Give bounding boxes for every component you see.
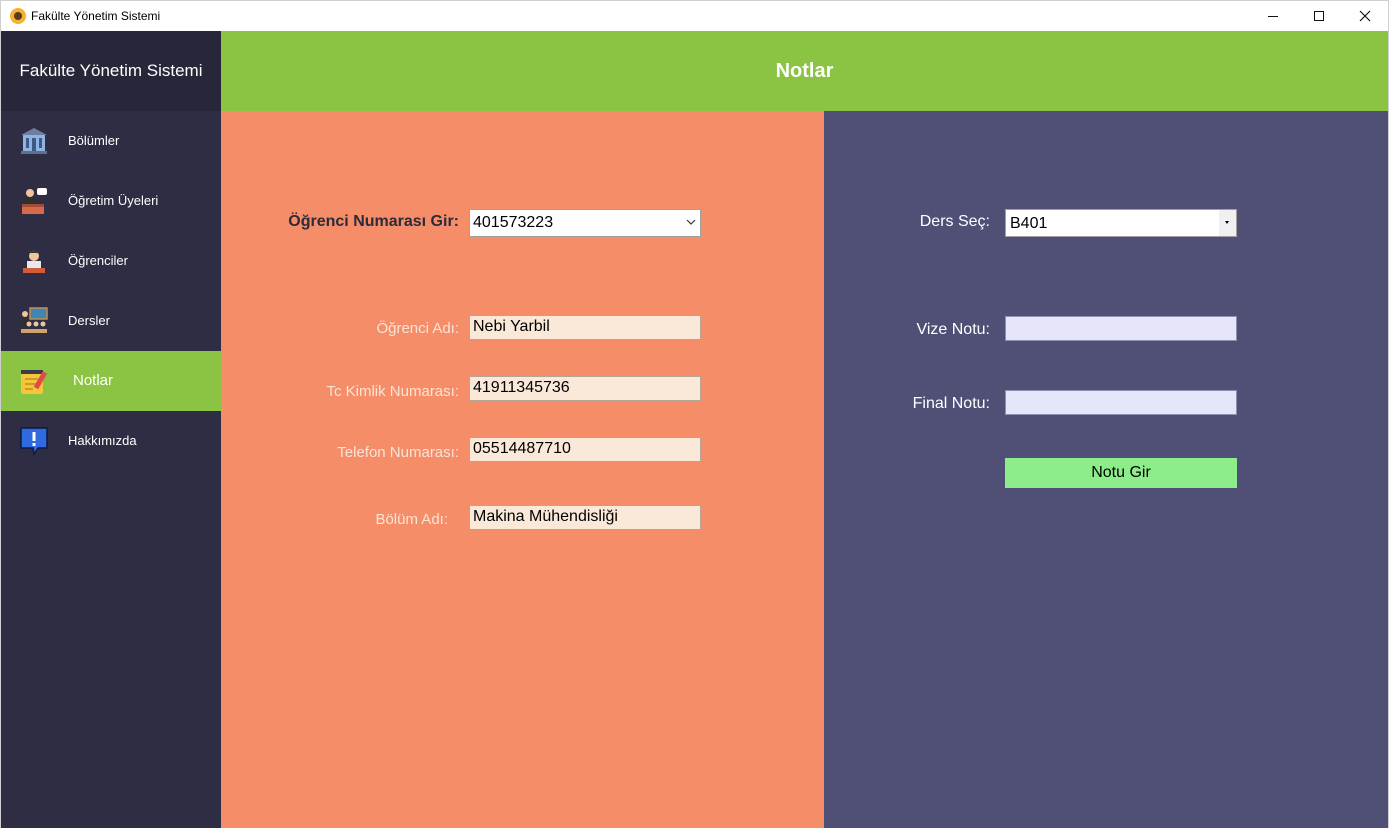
sidebar-item-ogrenciler[interactable]: Öğrenciler xyxy=(1,231,221,291)
sidebar-item-label: Dersler xyxy=(68,313,110,328)
department-field[interactable]: Makina Mühendisliği xyxy=(469,505,701,530)
notepad-icon xyxy=(21,370,48,394)
student-number-combobox[interactable]: 401573223 xyxy=(469,209,701,237)
close-button[interactable] xyxy=(1342,1,1388,31)
course-select-value: B401 xyxy=(1010,215,1048,232)
classroom-icon xyxy=(21,307,48,333)
close-icon xyxy=(1359,10,1371,22)
midterm-grade-input[interactable] xyxy=(1005,316,1237,341)
sidebar-item-notlar[interactable]: Notlar xyxy=(1,351,221,411)
sidebar-item-label: Öğretim Üyeleri xyxy=(68,193,159,208)
midterm-label: Vize Notu: xyxy=(916,321,990,338)
course-select-label: Ders Seç: xyxy=(919,213,990,230)
final-label: Final Notu: xyxy=(912,395,990,412)
student-number-value: 401573223 xyxy=(473,214,554,231)
submit-grade-button[interactable]: Notu Gir xyxy=(1005,458,1237,488)
department-label: Bölüm Adı: xyxy=(375,511,448,528)
sidebar-title: Fakülte Yönetim Sistemi xyxy=(19,61,203,80)
student-number-label: Öğrenci Numarası Gir: xyxy=(288,213,459,230)
course-select[interactable]: B401 xyxy=(1005,209,1237,237)
sidebar-item-label: Hakkımızda xyxy=(68,433,137,448)
grades-panel: Ders Seç: B401 Vize Notu: Final Notu: No… xyxy=(824,111,1388,828)
tc-number-label: Tc Kimlik Numarası: xyxy=(326,383,459,400)
page-title: Notlar xyxy=(775,59,834,82)
chevron-down-icon xyxy=(686,219,696,225)
title-bar: Fakülte Yönetim Sistemi xyxy=(1,1,1388,31)
dropdown-arrow-icon xyxy=(1219,210,1236,236)
building-icon xyxy=(21,128,47,154)
lecturer-icon xyxy=(22,188,47,214)
sidebar-item-bolumler[interactable]: Bölümler xyxy=(1,111,221,171)
minimize-icon xyxy=(1268,15,1278,17)
final-grade-input[interactable] xyxy=(1005,390,1237,415)
maximize-button[interactable] xyxy=(1296,1,1342,31)
phone-field[interactable]: 05514487710 xyxy=(469,437,701,462)
sidebar-header: Fakülte Yönetim Sistemi xyxy=(1,31,221,111)
sidebar-item-hakkimizda[interactable]: Hakkımızda xyxy=(1,411,221,471)
sidebar-item-ogretim-uyeleri[interactable]: Öğretim Üyeleri xyxy=(1,171,221,231)
minimize-button[interactable] xyxy=(1250,1,1296,31)
sidebar-item-label: Öğrenciler xyxy=(68,253,128,268)
sidebar: Fakülte Yönetim Sistemi Bölümler Öğretim… xyxy=(1,31,221,828)
tc-number-field[interactable]: 41911345736 xyxy=(469,376,701,401)
window-title: Fakülte Yönetim Sistemi xyxy=(31,9,161,23)
app-logo-icon xyxy=(10,8,26,24)
sidebar-item-label: Bölümler xyxy=(68,133,120,148)
maximize-icon xyxy=(1314,11,1324,21)
app-window: Fakülte Yönetim Sistemi Fakülte Yönetim … xyxy=(0,0,1389,828)
info-message-icon xyxy=(20,427,48,456)
phone-label: Telefon Numarası: xyxy=(337,444,459,461)
sidebar-item-dersler[interactable]: Dersler xyxy=(1,291,221,351)
student-icon xyxy=(23,249,45,273)
student-info-panel: Öğrenci Numarası Gir: 401573223 Öğrenci … xyxy=(221,111,824,828)
student-name-field[interactable]: Nebi Yarbil xyxy=(469,315,701,340)
page-header: Notlar xyxy=(221,31,1388,111)
sidebar-item-label: Notlar xyxy=(73,372,114,389)
student-name-label: Öğrenci Adı: xyxy=(376,320,459,337)
